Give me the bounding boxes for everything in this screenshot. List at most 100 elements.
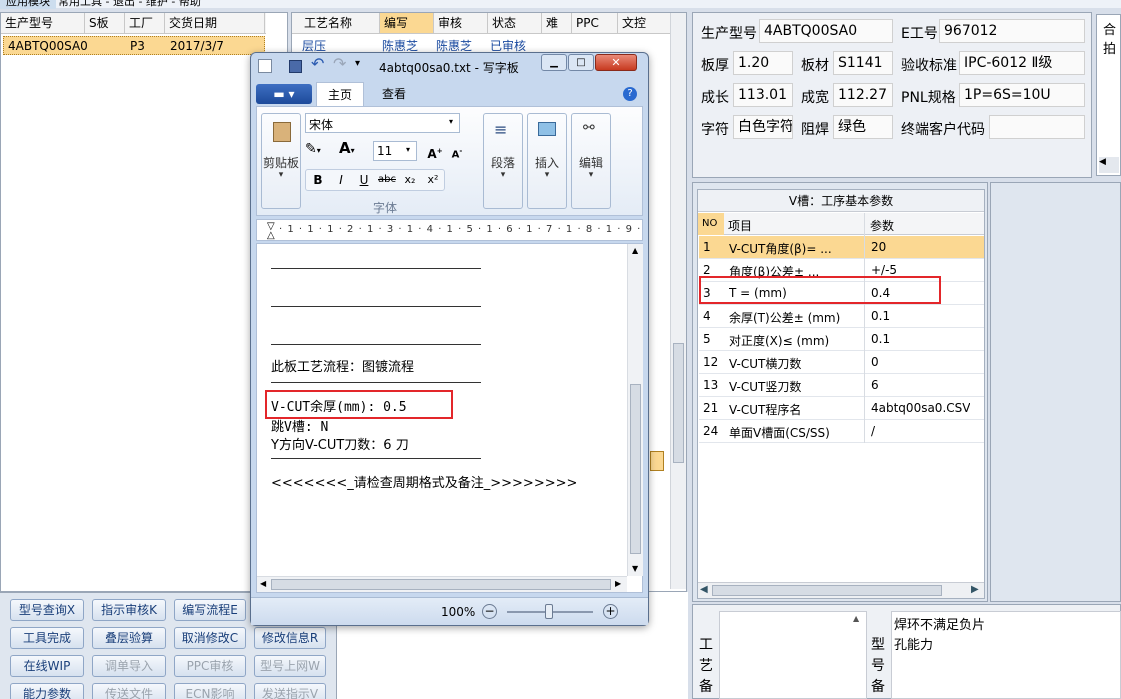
help-icon[interactable]: ?	[623, 87, 637, 101]
scroll-down-icon[interactable]: ▼	[632, 564, 638, 573]
col-date[interactable]: 交货日期	[165, 13, 265, 33]
clipboard-group[interactable]: 剪贴板 ▾	[261, 113, 301, 209]
table-row[interactable]: 13 V-CUT竖刀数 6	[699, 374, 984, 397]
underline-icon[interactable]: U	[354, 170, 374, 190]
col-status[interactable]: 状态	[488, 13, 542, 33]
scroll-thumb[interactable]	[673, 343, 684, 463]
minimize-button[interactable]: ▁	[541, 54, 567, 71]
write-flow-button[interactable]: 编写流程E	[174, 599, 246, 621]
send-instruction-button[interactable]: 发送指示V	[254, 683, 326, 699]
table-row[interactable]: 1 V-CUT角度(β)= ... 20	[699, 236, 984, 259]
ecn-impact-button[interactable]: ECN影响	[174, 683, 246, 699]
model-remark-field[interactable]: 焊环不满足负片 孔能力	[891, 611, 1121, 699]
col-writer[interactable]: 编写	[380, 13, 434, 33]
doc-vscrollbar[interactable]: ▲ ▼	[627, 244, 643, 576]
zoom-slider-thumb[interactable]	[545, 604, 553, 619]
maximize-button[interactable]: □	[568, 54, 594, 71]
capability-button[interactable]: 能力参数	[10, 683, 84, 699]
table-row[interactable]: 5 对正度(X)≤ (mm) 0.1	[699, 328, 984, 351]
online-wip-button[interactable]: 在线WIP	[10, 655, 84, 677]
italic-icon[interactable]: I	[331, 170, 351, 190]
model-upload-button[interactable]: 型号上网W	[254, 655, 326, 677]
font-size-select[interactable]: 11 ▾	[373, 141, 417, 161]
scroll-thumb[interactable]	[630, 384, 641, 554]
model-field[interactable]: 4ABTQ00SA0	[759, 19, 893, 43]
save-icon[interactable]	[289, 60, 302, 73]
strikethrough-icon[interactable]: abc	[377, 170, 397, 190]
undo-icon[interactable]: ↶	[311, 54, 324, 73]
e-number-field[interactable]: 967012	[939, 19, 1085, 43]
doc-hscrollbar[interactable]: ◀ ▶	[257, 576, 627, 592]
menu-item-modules[interactable]: 应用模块	[0, 0, 56, 9]
superscript-icon[interactable]: x²	[423, 170, 443, 190]
document-area[interactable]: 此板工艺流程：图镀流程 V-CUT余厚(mm): 0.5 跳V槽: N Y方向V…	[256, 243, 643, 593]
cancel-edit-button[interactable]: 取消修改C	[174, 627, 246, 649]
send-file-button[interactable]: 传送文件	[92, 683, 166, 699]
wordpad-app-icon[interactable]	[258, 59, 272, 73]
standard-field[interactable]: IPC-6012 Ⅱ级	[959, 51, 1085, 75]
font-name-select[interactable]: 宋体 ▾	[305, 113, 460, 133]
scroll-up-icon[interactable]: ▲	[853, 614, 859, 623]
scroll-right-icon[interactable]: ▶	[615, 579, 621, 588]
menu-item-tools[interactable]: 常用工具 - 退出 - 维护 - 帮助	[58, 0, 201, 9]
table-row[interactable]: 层压 陈惠芝 陈惠芝 已审核	[292, 35, 672, 53]
pnl-field[interactable]: 1P=6S=10U	[959, 83, 1085, 107]
process-remark-field[interactable]: ▲	[719, 611, 867, 699]
font-color-button[interactable]: A▾	[339, 139, 369, 161]
table-row[interactable]: 4 余厚(T)公差± (mm) 0.1	[699, 305, 984, 328]
tool-done-button[interactable]: 工具完成	[10, 627, 84, 649]
length-field[interactable]: 113.01	[733, 83, 793, 107]
bold-icon[interactable]: B	[308, 170, 328, 190]
wordpad-title-bar[interactable]: ↶ ↷ ▾ 4abtq00sa0.txt - 写字板 ▁ □ ✕	[251, 53, 648, 79]
insert-group[interactable]: 插入 ▾	[527, 113, 567, 209]
table-row[interactable]: 24 单面V槽面(CS/SS) /	[699, 420, 984, 443]
scroll-thumb[interactable]	[271, 579, 611, 590]
paragraph-group[interactable]: ≡ 段落 ▾	[483, 113, 523, 209]
col-difficulty[interactable]: 难	[542, 13, 572, 33]
side-scrollbar[interactable]: ◀	[1099, 157, 1119, 173]
ruler[interactable]: ▽ △ · 1 · 1 · 1 · 2 · 1 · 3 · 1 · 4 · 1 ·…	[256, 219, 643, 241]
zoom-out-icon[interactable]: −	[482, 604, 497, 619]
highlight-color-button[interactable]: ✎▾	[305, 141, 337, 161]
instruction-audit-button[interactable]: 指示审核K	[92, 599, 166, 621]
zoom-in-icon[interactable]: +	[603, 604, 618, 619]
col-ppc[interactable]: PPC	[572, 13, 618, 33]
redo-icon[interactable]: ↷	[333, 54, 346, 73]
col-s-board[interactable]: S板	[85, 13, 125, 33]
scroll-right-icon[interactable]: ▶	[971, 584, 979, 595]
edit-group[interactable]: ⚯ 编辑 ▾	[571, 113, 611, 209]
customer-code-field[interactable]	[989, 115, 1085, 139]
character-field[interactable]: 白色字符	[733, 115, 793, 139]
table-row[interactable]: 4ABTQ00SA0 P3 2017/3/7	[3, 36, 265, 55]
indent-marker-icon[interactable]: ▽ △	[267, 222, 275, 241]
col-doc[interactable]: 文控	[618, 13, 672, 33]
grow-font-icon[interactable]: A+	[425, 141, 445, 161]
stack-check-button[interactable]: 叠层验算	[92, 627, 166, 649]
scroll-left-icon[interactable]: ◀	[260, 579, 266, 588]
solder-mask-field[interactable]: 绿色	[833, 115, 893, 139]
process-list-scrollbar[interactable]	[670, 13, 686, 589]
col-factory[interactable]: 工厂	[125, 13, 165, 33]
import-order-button[interactable]: 调单导入	[92, 655, 166, 677]
table-row[interactable]: 21 V-CUT程序名 4abtq00sa0.CSV	[699, 397, 984, 420]
app-menu-button[interactable]: ▬ ▾	[256, 84, 312, 104]
subscript-icon[interactable]: x₂	[400, 170, 420, 190]
col-model[interactable]: 生产型号	[1, 13, 85, 33]
scroll-up-icon[interactable]: ▲	[632, 246, 638, 255]
edit-info-button[interactable]: 修改信息R	[254, 627, 326, 649]
model-query-button[interactable]: 型号查询X	[10, 599, 84, 621]
scroll-left-icon[interactable]: ◀	[700, 584, 708, 595]
ppc-audit-button[interactable]: PPC审核	[174, 655, 246, 677]
col-process[interactable]: 工艺名称	[300, 13, 380, 33]
tab-view[interactable]: 查看	[370, 82, 418, 106]
scroll-thumb[interactable]	[712, 585, 942, 596]
tab-home[interactable]: 主页	[316, 82, 364, 106]
side-tab[interactable]: 合拍	[1103, 19, 1120, 57]
width-field[interactable]: 112.27	[833, 83, 893, 107]
shrink-font-icon[interactable]: A-	[447, 141, 467, 161]
thickness-field[interactable]: 1.20	[733, 51, 793, 75]
table-row[interactable]: 12 V-CUT横刀数 0	[699, 351, 984, 374]
vcut-hscrollbar[interactable]: ◀ ▶	[698, 582, 984, 598]
close-button[interactable]: ✕	[595, 54, 637, 71]
quick-access-menu-icon[interactable]: ▾	[355, 58, 360, 69]
